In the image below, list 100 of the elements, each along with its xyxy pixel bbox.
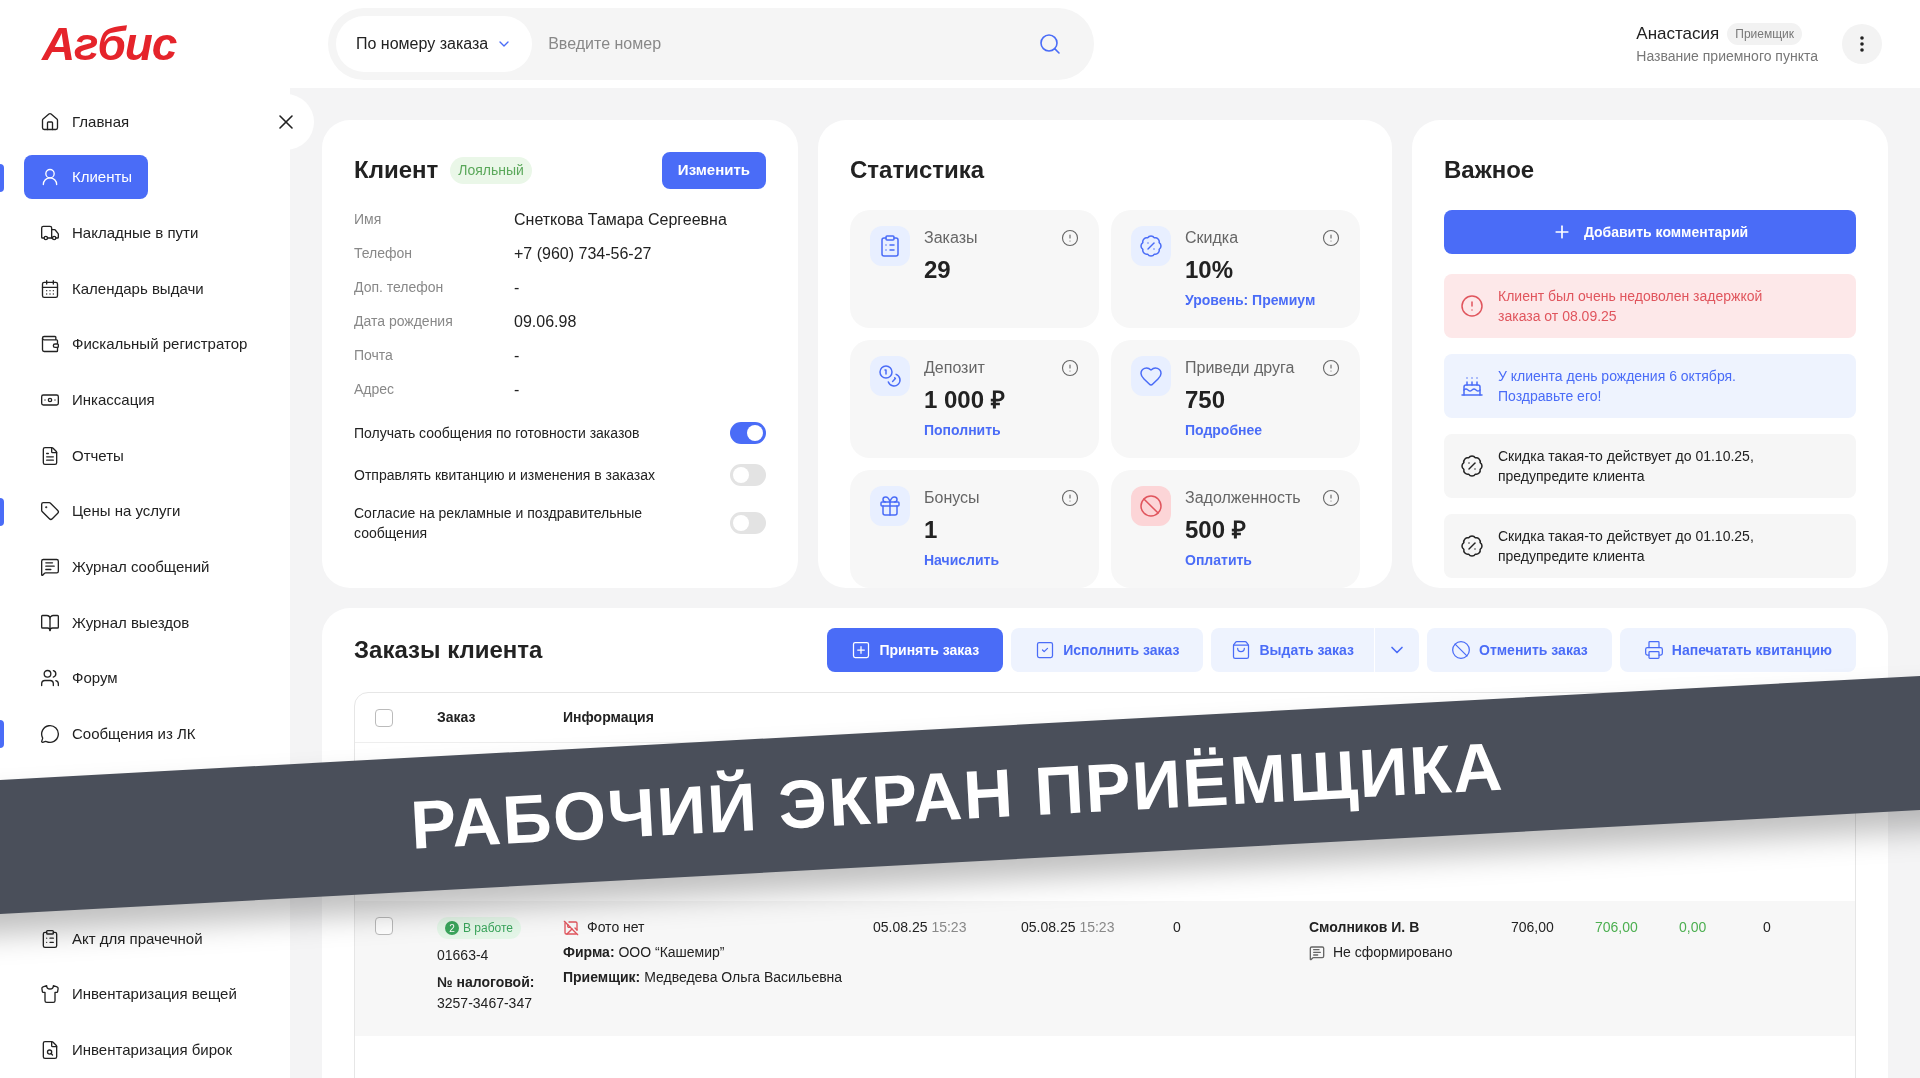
field-value: Снеткова Тамара Сергеевна	[514, 209, 727, 230]
sidebar-item[interactable]: Отчеты	[24, 433, 140, 478]
clipboard-icon	[40, 928, 60, 949]
user-name: Анастасия	[1636, 22, 1720, 45]
sidebar-item[interactable]: Главная	[24, 99, 146, 144]
sidebar-item[interactable]: Инвентаризация вещей	[24, 972, 253, 1017]
file-search-icon	[40, 1040, 60, 1061]
info-icon	[1322, 229, 1340, 247]
stat-label: Задолженность	[1185, 488, 1301, 508]
sidebar-item[interactable]: Календарь выдачи	[24, 266, 220, 311]
field-value: -	[514, 277, 520, 298]
field-label: Доп. телефон	[354, 278, 445, 297]
stat-link[interactable]: Оплатить	[1185, 550, 1340, 571]
calendar-icon	[40, 278, 60, 299]
status-badge: 2 В работе	[437, 917, 521, 939]
receiver-text: Приемщик: Медведева Ольга Васильевна	[563, 968, 844, 987]
checkbox[interactable]	[375, 917, 393, 935]
search-icon	[1038, 32, 1062, 56]
field-label: Почта	[354, 346, 394, 365]
toggle-label: Отправлять квитанцию и изменения в заказах	[354, 465, 655, 485]
sidebar-item[interactable]: Журнал выездов	[24, 600, 206, 645]
wallet-icon	[40, 334, 60, 355]
stat-label: Приведи друга	[1185, 358, 1295, 378]
info-icon	[1322, 359, 1340, 377]
table-cell: 0	[1173, 919, 1181, 935]
toolbar-button[interactable]: Принять заказ	[827, 628, 1004, 672]
stat-label: Скидка	[1185, 228, 1239, 248]
tax-number: 3257-3467-347	[437, 994, 533, 1013]
sidebar-item[interactable]: Фискальный регистратор	[24, 322, 264, 367]
more-button[interactable]	[1842, 24, 1882, 64]
search-mode-dropdown[interactable]: По номеру заказа	[336, 16, 533, 72]
amount: 0,00	[1679, 919, 1707, 935]
coins-icon	[878, 364, 902, 388]
percent-badge-icon	[1139, 234, 1163, 258]
sidebar-item[interactable]: Цены на услуги	[24, 489, 197, 534]
add-comment-button[interactable]: Добавить комментарий	[1444, 210, 1856, 254]
plus-square-icon	[851, 640, 872, 660]
field-value: -	[514, 345, 520, 366]
column-header: Заказ	[437, 708, 477, 727]
table-cell: 0	[1763, 919, 1771, 935]
note-text: У клиента день рождения 6 октября. Поздравьте его!	[1498, 367, 1737, 406]
point-name: Название приемного пункта	[1636, 47, 1818, 67]
book-icon	[40, 612, 60, 633]
order-number: 01663-4	[437, 946, 490, 965]
toggle-switch[interactable]	[730, 511, 766, 534]
search-field[interactable]: Введите номер	[548, 32, 1038, 56]
percent-badge-icon	[1460, 454, 1484, 478]
due-date: 05.08.25 15:23	[1021, 919, 1115, 935]
logo: Агбис	[42, 17, 177, 70]
status-badge: Лояльный	[450, 156, 532, 184]
document-icon	[40, 445, 60, 466]
sidebar-item[interactable]: Инвентаризация бирок	[24, 1028, 248, 1073]
banner-text: РАБОЧИЙ ЭКРАН ПРИЁМЩИКА	[408, 726, 1507, 865]
issue-order-button[interactable]: Выдать заказ	[1211, 628, 1375, 672]
sidebar-item[interactable]: Клиенты	[24, 155, 149, 200]
column-header: Информация	[563, 708, 654, 727]
tax-label: № налоговой:	[437, 973, 536, 992]
note-text: Клиент был очень недоволен задержкой заказа от 08.09.25	[1498, 287, 1764, 326]
stat-link[interactable]: Уровень: Премиум	[1185, 290, 1340, 311]
accepted-date: 05.08.25 15:23	[873, 919, 967, 935]
comment-status: Не сформировано	[1333, 943, 1453, 962]
sidebar-item[interactable]: Инкассация	[24, 378, 171, 423]
field-value: +7 (960) 734-56-27	[514, 243, 652, 264]
ban-icon	[1139, 494, 1163, 518]
info-icon	[1061, 489, 1079, 507]
toggle-switch[interactable]	[730, 421, 766, 444]
tag-icon	[40, 501, 60, 522]
amount: 706,00	[1595, 919, 1638, 935]
stat-value: 29	[924, 255, 952, 285]
stat-label: Бонусы	[924, 488, 980, 508]
sidebar-item[interactable]: Сообщения из ЛК	[24, 712, 212, 757]
stat-link[interactable]: Пополнить	[924, 420, 1079, 441]
stat-link[interactable]: Подробнее	[1185, 420, 1340, 441]
stat-link[interactable]: Начислить	[924, 550, 1079, 571]
field-value: 09.06.98	[514, 311, 577, 332]
users-icon	[40, 668, 60, 689]
info-icon	[1061, 359, 1079, 377]
field-value: -	[514, 379, 520, 400]
sidebar-item[interactable]: Журнал сообщений	[24, 545, 226, 590]
more-icon	[1860, 36, 1864, 52]
stat-value: 10%	[1185, 255, 1235, 285]
card-title: Важное	[1444, 155, 1536, 185]
sidebar-item[interactable]: Форум	[24, 656, 134, 701]
heart-icon	[1139, 364, 1163, 388]
chat-icon	[40, 557, 60, 578]
sidebar-item[interactable]: Акт для прачечной	[24, 916, 219, 961]
toolbar-button[interactable]: Отменить заказ	[1427, 628, 1612, 672]
stat-value: 1	[924, 515, 939, 545]
sidebar-item[interactable]: Накладные в пути	[24, 211, 215, 256]
toggle-label: Получать сообщения по готовности заказов	[354, 423, 640, 443]
toolbar-button[interactable]: Исполнить заказ	[1011, 628, 1204, 672]
checkbox[interactable]	[375, 708, 393, 727]
toolbar-button[interactable]: Напечатать квитанцию	[1619, 628, 1856, 672]
stat-value: 750	[1185, 385, 1227, 415]
toggle-switch[interactable]	[730, 463, 766, 486]
gift-icon	[878, 494, 902, 518]
stat-label: Депозит	[924, 358, 985, 378]
no-photo-icon	[563, 919, 579, 936]
note-text: Скидка такая-то действует до 01.10.25, предупредите клиента	[1498, 527, 1755, 566]
edit-button[interactable]: Изменить	[661, 152, 766, 189]
